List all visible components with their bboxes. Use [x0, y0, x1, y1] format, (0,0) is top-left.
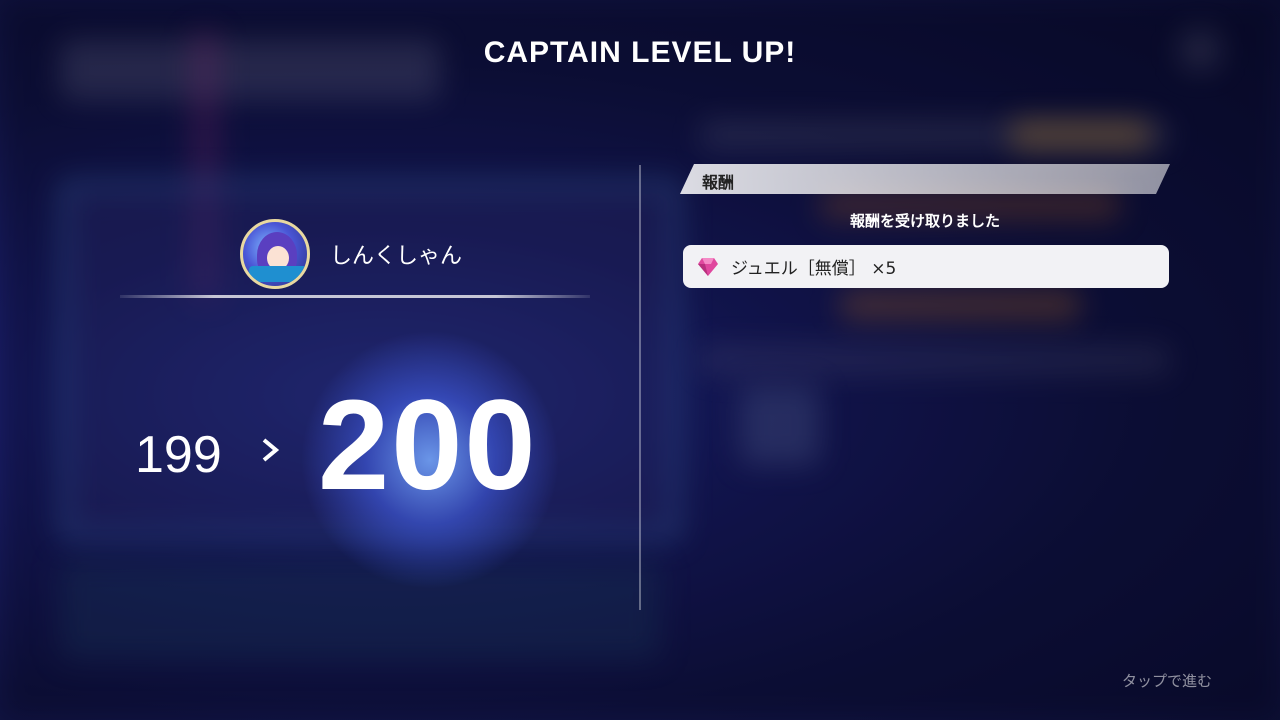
captain-name: しんくしゃん: [330, 244, 463, 269]
captain-avatar: [240, 219, 310, 289]
reward-header-label: 報酬: [702, 173, 735, 192]
level-after: 200: [318, 374, 538, 517]
reward-header-bar: [680, 164, 1170, 194]
captain-info: しんくしゃん: [240, 218, 462, 290]
panel-divider: [639, 165, 641, 610]
level-before: 199: [135, 426, 222, 484]
chevron-right-icon: [262, 438, 280, 462]
reward-item-label: ジュエル［無償］ ×5: [731, 259, 897, 279]
page-title: CAPTAIN LEVEL UP!: [483, 36, 797, 69]
reward-status-text: 報酬を受け取りました: [849, 212, 1000, 230]
jewel-gem-icon: [698, 257, 718, 276]
tap-to-continue-hint[interactable]: タップで進む: [1122, 670, 1212, 691]
reward-item: ジュエル［無償］ ×5: [683, 245, 1169, 288]
captain-underline: [120, 295, 590, 298]
